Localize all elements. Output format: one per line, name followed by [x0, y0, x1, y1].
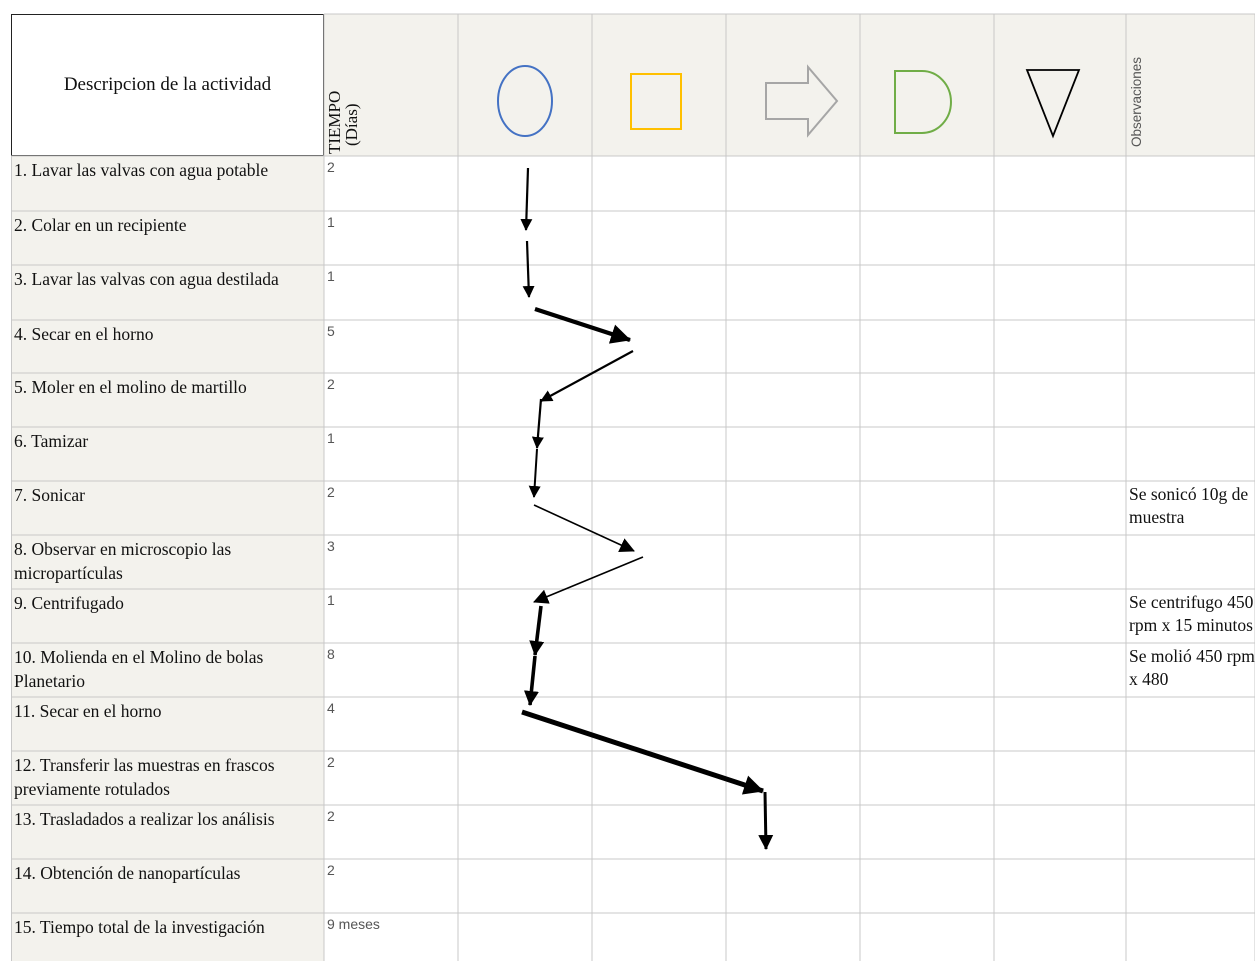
- flow-arrow: [534, 307, 631, 344]
- flow-arrow: [533, 556, 644, 604]
- flow-arrow: [531, 398, 544, 449]
- flow-process-chart: Descripcion de la actividad TIEMPO (Días…: [0, 0, 1255, 961]
- flow-arrow: [520, 167, 533, 231]
- storage-triangle-icon: [1025, 69, 1081, 139]
- flow-arrow: [528, 448, 541, 498]
- flow-arrow: [540, 350, 634, 402]
- flow-arrow: [523, 655, 539, 706]
- flow-arrow: [758, 791, 774, 850]
- flow-arrow: [529, 605, 545, 656]
- delay-d-shape-icon: [894, 70, 952, 134]
- flow-lines-layer: [11, 13, 1255, 961]
- inspection-square-icon: [630, 73, 682, 130]
- flow-arrow: [533, 504, 635, 552]
- transport-arrow-icon: [765, 64, 839, 138]
- flow-arrow: [522, 240, 535, 298]
- operation-circle-icon: [497, 65, 553, 137]
